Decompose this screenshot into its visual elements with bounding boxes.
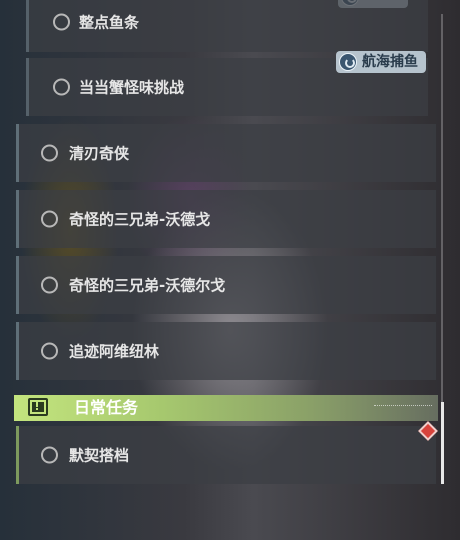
quest-status-circle-icon (41, 276, 58, 294)
quest-label: 当当蟹怪味挑战 (79, 78, 185, 97)
quest-item-2[interactable]: 奇怪的三兄弟-沃德戈 (16, 190, 436, 248)
quest-status-circle-icon (41, 144, 58, 162)
quest-label: 奇怪的三兄弟-沃德戈 (69, 210, 211, 229)
quest-item-top[interactable]: 整点鱼条 (26, 0, 428, 52)
quest-status-circle-icon (41, 446, 58, 464)
quest-label: 默契搭档 (69, 446, 130, 465)
daily-section-header[interactable]: 日常任务 (14, 395, 438, 421)
quest-label: 整点鱼条 (79, 13, 140, 32)
fishing-tag-icon (339, 53, 357, 71)
quest-status-circle-icon (41, 342, 58, 360)
daily-quest-item-1[interactable]: 默契搭档 (16, 426, 436, 484)
quest-status-circle-icon (53, 78, 70, 96)
fishing-tag: 航海捕鱼 (336, 51, 426, 73)
quest-status-circle-icon (53, 13, 70, 31)
quest-item-1[interactable]: 清刃奇侠 (16, 124, 436, 182)
daily-section-title: 日常任务 (74, 398, 139, 417)
quest-label: 追迹阿维纽林 (69, 342, 160, 361)
scrollbar-thumb[interactable] (441, 402, 444, 484)
quest-status-circle-icon (41, 210, 58, 228)
alert-icon (28, 398, 48, 416)
quest-label: 奇怪的三兄弟-沃德尔戈 (69, 276, 226, 295)
quest-item-4[interactable]: 追迹阿维纽林 (16, 322, 436, 380)
quest-label: 清刃奇侠 (69, 144, 130, 163)
quest-item-3[interactable]: 奇怪的三兄弟-沃德尔戈 (16, 256, 436, 314)
fishing-tag-label: 航海捕鱼 (362, 54, 418, 70)
header-decoration (374, 405, 432, 410)
